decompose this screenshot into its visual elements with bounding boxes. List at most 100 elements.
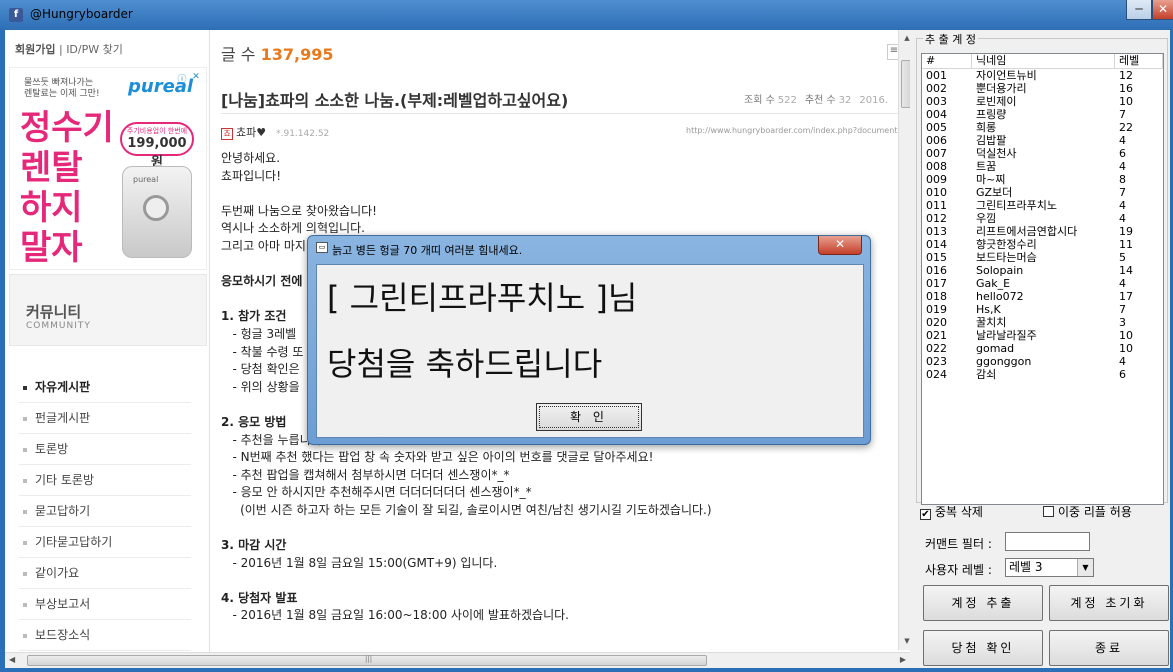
row-nickname: 날라날라질주	[976, 329, 1037, 342]
app-icon: f	[9, 8, 23, 22]
post-author[interactable]: 쵸 쵸파♥ *.91.142.52	[221, 124, 329, 140]
post-line: - 추천 팝업을 캡쳐해서 첨부하시면 더더더 센스쟁이*_*	[221, 467, 510, 482]
row-level: 8	[1119, 173, 1126, 186]
advertisement-banner[interactable]: 물쓰듯 빠져나가는 렌탈료는 이제 그만! ⓘ ✕ pureal 정수기 렌탈 하지 말…	[9, 67, 207, 270]
exit-button[interactable]: 종료	[1049, 630, 1169, 666]
list-item[interactable]: 011 그린티프라푸치노 4	[922, 199, 1163, 212]
list-item[interactable]: 013 리프트에서금연합시다 19	[922, 225, 1163, 238]
extract-accounts-button[interactable]: 계정 추출	[923, 585, 1043, 621]
row-number: 010	[926, 186, 947, 199]
post-line: (이번 시즌 하고자 하는 모든 기술이 잘 되길, 솔로이시면 여친/남친 생…	[221, 502, 712, 517]
row-level: 5	[1119, 251, 1126, 264]
menu-item-injury-report[interactable]: 부상보고서	[19, 589, 191, 620]
list-item[interactable]: 021 날라날라질주 10	[922, 329, 1163, 342]
ad-price-bubble: 주기비용업이 한번에 199,000원	[120, 122, 194, 170]
post-line	[221, 519, 898, 537]
menu-item-go-together[interactable]: 같이가요	[19, 558, 191, 589]
list-item[interactable]: 010 GZ보더 7	[922, 186, 1163, 199]
list-item[interactable]: 008 트꿈 4	[922, 160, 1163, 173]
list-item[interactable]: 018 hello072 17	[922, 290, 1163, 303]
list-item[interactable]: 023 ggonggon 4	[922, 355, 1163, 368]
winner-dialog: ▭ 늙고 병든 헝글 70 개띠 여러분 힘내세요. ✕ [ 그린티프라푸치노 …	[307, 235, 871, 445]
scroll-left-arrow[interactable]: ◀	[9, 655, 15, 664]
ok-button[interactable]: 확 인	[536, 403, 642, 431]
folder-icon: ▭	[316, 242, 328, 253]
chevron-down-icon[interactable]: ▼	[1077, 559, 1093, 576]
row-number: 022	[926, 342, 947, 355]
post-line: 안녕하세요.	[221, 151, 281, 165]
row-number: 008	[926, 160, 947, 173]
col-level[interactable]: 레벨	[1115, 54, 1163, 68]
close-button[interactable]: ✕	[1152, 0, 1173, 20]
find-id-link[interactable]: ID/PW 찾기	[66, 43, 123, 56]
row-level: 7	[1119, 108, 1126, 121]
menu-item-other-debate[interactable]: 기타 토론방	[19, 465, 191, 496]
list-item[interactable]: 020 꿀치치 3	[922, 316, 1163, 329]
row-level: 6	[1119, 147, 1126, 160]
row-nickname: 희롱	[976, 121, 997, 134]
row-level: 7	[1119, 186, 1126, 199]
post-url[interactable]: http://www.hungryboarder.com/index.php?d…	[686, 126, 897, 135]
list-item[interactable]: 007 덕실천사 6	[922, 147, 1163, 160]
list-item[interactable]: 009 마~찌 8	[922, 173, 1163, 186]
row-nickname: Solopain	[976, 264, 1024, 277]
community-subtitle: COMMUNITY	[26, 321, 91, 331]
list-item[interactable]: 004 프링량 7	[922, 108, 1163, 121]
list-item[interactable]: 024 감쇠 6	[922, 368, 1163, 381]
window-titlebar[interactable]: f @Hungryboarder	[0, 0, 1173, 30]
account-listview[interactable]: # 닉네임 레벨 001 자이언트뉴비 12 002 뿐더용가리 16 003 로빈제이 10 0…	[921, 53, 1164, 505]
list-item[interactable]: 002 뿐더용가리 16	[922, 82, 1163, 95]
menu-item-resort-news[interactable]: 보드장소식	[19, 620, 191, 651]
list-item[interactable]: 001 자이언트뉴비 12	[922, 69, 1163, 82]
row-nickname: 리프트에서금연합시다	[976, 225, 1078, 238]
reset-accounts-button[interactable]: 계정 초기화	[1049, 585, 1169, 621]
menu-item-other-qna[interactable]: 기타묻고답하기	[19, 527, 191, 558]
row-number: 016	[926, 264, 947, 277]
list-view-icon[interactable]: ≡	[887, 44, 898, 60]
user-level-select[interactable]: 레벨 3 ▼	[1005, 558, 1094, 577]
community-banner[interactable]: 커뮤니티 COMMUNITY	[9, 274, 207, 346]
row-nickname: Gak_E	[976, 277, 1011, 290]
horizontal-scrollbar[interactable]: ◀ ||| ▶	[5, 652, 910, 668]
row-level: 3	[1119, 316, 1126, 329]
row-nickname: 그린티프라푸치노	[976, 199, 1057, 212]
list-item[interactable]: 017 Gak_E 4	[922, 277, 1163, 290]
row-number: 020	[926, 316, 947, 329]
menu-item-fun-board[interactable]: 펀글게시판	[19, 403, 191, 434]
row-nickname: 보드타는머슴	[976, 251, 1037, 264]
dialog-close-button[interactable]: ✕	[818, 236, 862, 255]
board-menu: 자유게시판 펀글게시판 토론방 기타 토론방 묻고답하기 기타묻고답하기 같이가…	[19, 372, 191, 651]
list-item[interactable]: 015 보드타는머슴 5	[922, 251, 1163, 264]
minimize-button[interactable]: ─	[1126, 0, 1152, 20]
avatar: 쵸	[221, 128, 233, 140]
user-level-label: 사용자 레벨 :	[925, 563, 992, 577]
row-nickname: 로빈제이	[976, 95, 1017, 108]
col-nickname[interactable]: 닉네임	[972, 54, 1115, 68]
list-item[interactable]: 022 gomad 10	[922, 342, 1163, 355]
list-item[interactable]: 006 김밥팔 4	[922, 134, 1163, 147]
confirm-winner-button[interactable]: 당첨 확인	[923, 630, 1043, 666]
row-number: 012	[926, 212, 947, 225]
double-reply-checkbox[interactable]: 이중 리플 허용	[1043, 503, 1132, 520]
list-item[interactable]: 019 Hs,K 7	[922, 303, 1163, 316]
comment-filter-input[interactable]	[1005, 532, 1090, 551]
list-item[interactable]: 012 우낌 4	[922, 212, 1163, 225]
list-item[interactable]: 014 향긋한정수리 11	[922, 238, 1163, 251]
menu-item-qna[interactable]: 묻고답하기	[19, 496, 191, 527]
list-item[interactable]: 016 Solopain 14	[922, 264, 1163, 277]
row-nickname: 꿀치치	[976, 316, 1007, 329]
dup-delete-checkbox[interactable]: ✔ 중복 삭제	[920, 503, 983, 520]
list-item[interactable]: 003 로빈제이 10	[922, 95, 1163, 108]
col-number[interactable]: #	[922, 54, 972, 68]
menu-item-free-board[interactable]: 자유게시판	[19, 372, 191, 403]
row-nickname: GZ보더	[976, 186, 1013, 199]
menu-item-debate[interactable]: 토론방	[19, 434, 191, 465]
groupbox-label: 추 출 계 정	[923, 31, 978, 47]
list-item[interactable]: 005 희롱 22	[922, 121, 1163, 134]
ad-headline: 정수기 렌탈 하지 말자	[20, 108, 114, 268]
row-level: 19	[1119, 225, 1133, 238]
post-meta: 조회 수 522 추천 수 32 2016.	[744, 95, 889, 106]
row-level: 6	[1119, 368, 1126, 381]
signup-link[interactable]: 회원가입	[15, 43, 55, 56]
scroll-right-arrow[interactable]: ▶	[900, 655, 906, 664]
